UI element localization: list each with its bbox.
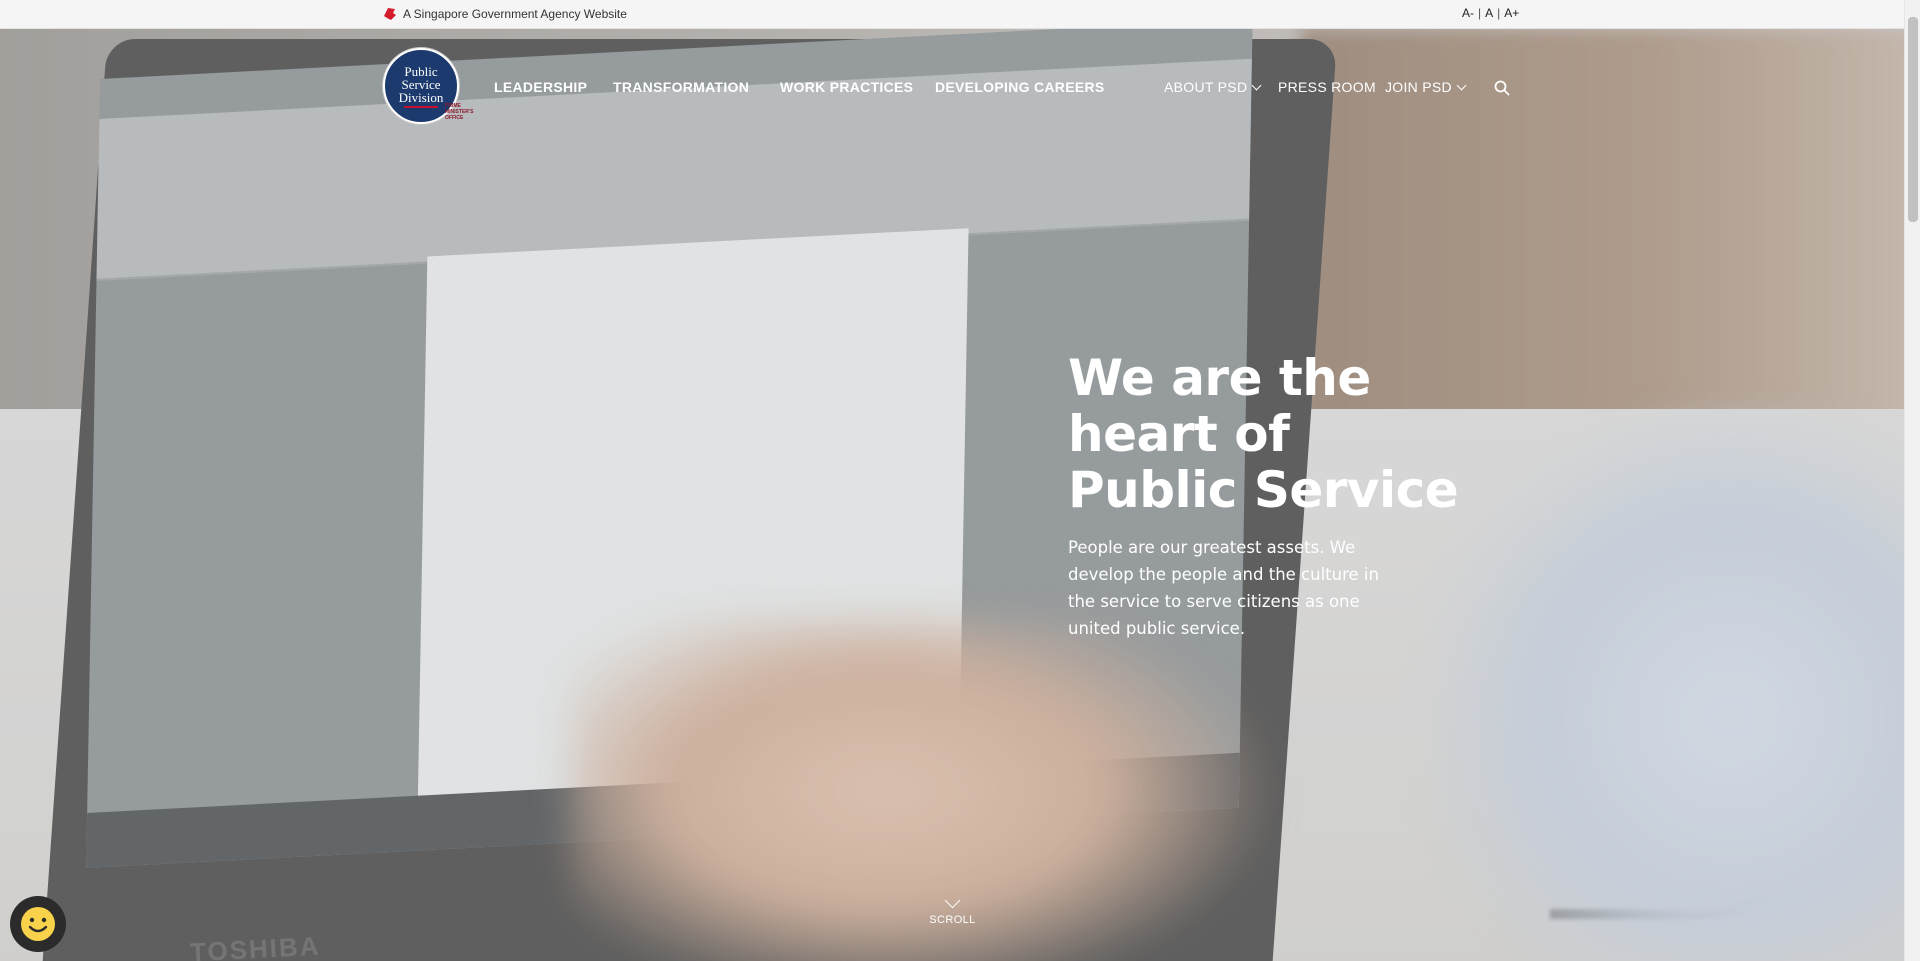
- headline-line: We are the: [1068, 349, 1371, 407]
- font-increase-button[interactable]: A+: [1504, 6, 1519, 20]
- nav-item-work-practices[interactable]: WORK PRACTICES: [780, 79, 913, 95]
- feedback-button[interactable]: [10, 896, 66, 952]
- nav-item-press-room[interactable]: PRESS ROOM: [1278, 79, 1376, 95]
- lion-head-icon: [384, 8, 396, 20]
- nav-item-label: ABOUT PSD: [1164, 79, 1248, 95]
- smiley-face-icon: [21, 907, 55, 941]
- logo-line: Division: [398, 89, 444, 105]
- logo-underline: [404, 105, 438, 108]
- scroll-indicator[interactable]: SCROLL: [925, 892, 980, 926]
- separator: |: [1478, 6, 1482, 20]
- nav-item-leadership[interactable]: LEADERSHIP: [494, 79, 587, 95]
- nav-item-join-psd[interactable]: JOIN PSD: [1385, 79, 1467, 95]
- font-decrease-button[interactable]: A-: [1462, 6, 1474, 20]
- chevron-down-icon: [1251, 80, 1262, 91]
- pmo-label: PRIME MINISTER'S OFFICE: [445, 103, 479, 121]
- nav-item-transformation[interactable]: TRANSFORMATION: [613, 79, 749, 95]
- chevron-down-icon: [944, 892, 961, 909]
- gov-masthead: A Singapore Government Agency Website A-…: [0, 0, 1904, 29]
- logo-line: Public: [404, 63, 438, 79]
- search-icon[interactable]: [1494, 80, 1510, 96]
- font-reset-button[interactable]: A: [1485, 6, 1493, 20]
- gov-identifier-text: A Singapore Government Agency Website: [403, 7, 627, 21]
- logo-line: Service: [401, 76, 441, 92]
- font-size-controls: A- | A | A+: [1462, 6, 1519, 20]
- nav-item-about-psd[interactable]: ABOUT PSD: [1164, 79, 1262, 95]
- hero-banner: TOSHIBA: [0, 29, 1904, 961]
- headline-line: Public Service: [1068, 461, 1459, 519]
- scroll-label: SCROLL: [929, 914, 976, 926]
- hero-subtext: People are our greatest assets. We devel…: [1068, 538, 1379, 638]
- chevron-down-icon: [1456, 80, 1467, 91]
- hero-headline: We are the heart of Public Service: [1068, 350, 1588, 518]
- page-scrollbar[interactable]: [1904, 0, 1920, 961]
- image-overlay: [0, 29, 1904, 961]
- nav-item-label: PRESS ROOM: [1278, 79, 1376, 95]
- pmo-line: OFFICE: [445, 115, 464, 121]
- scrollbar-thumb[interactable]: [1908, 17, 1918, 222]
- separator: |: [1497, 6, 1501, 20]
- gov-identifier[interactable]: A Singapore Government Agency Website: [382, 7, 627, 21]
- nav-item-developing-careers[interactable]: DEVELOPING CAREERS: [935, 79, 1105, 95]
- headline-line: heart of: [1068, 405, 1290, 463]
- nav-item-label: JOIN PSD: [1385, 79, 1452, 95]
